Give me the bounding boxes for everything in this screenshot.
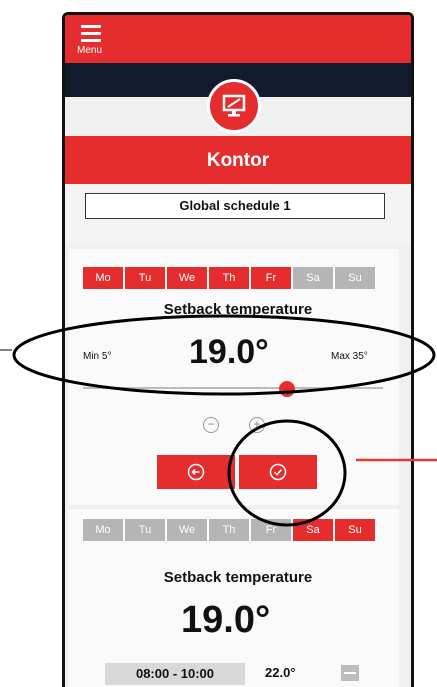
setback-temperature-value: 19.0° xyxy=(189,333,269,371)
day-mo[interactable]: Mo xyxy=(83,267,123,289)
day-th[interactable]: Th xyxy=(209,519,249,541)
undo-icon xyxy=(187,463,205,481)
day-we[interactable]: We xyxy=(167,519,207,541)
day-fr[interactable]: Fr xyxy=(251,519,291,541)
weekend-temperature-value: 19.0° xyxy=(181,599,271,641)
hamburger-icon[interactable] xyxy=(81,25,101,46)
min-label: Min 5° xyxy=(83,351,112,362)
day-fr[interactable]: Fr xyxy=(251,267,291,289)
weekend-day-selector: Mo Tu We Th Fr Sa Su xyxy=(83,519,375,541)
setback-title: Setback temperature xyxy=(163,301,313,318)
day-we[interactable]: We xyxy=(167,267,207,289)
plus-icon[interactable]: + xyxy=(249,417,265,433)
day-su[interactable]: Su xyxy=(335,519,375,541)
period-time[interactable]: 08:00 - 10:00 xyxy=(105,663,245,685)
day-mo[interactable]: Mo xyxy=(83,519,123,541)
weekend-setback-title: Setback temperature xyxy=(163,569,313,586)
day-sa[interactable]: Sa xyxy=(293,519,333,541)
undo-button[interactable] xyxy=(157,455,235,489)
weekday-day-selector: Mo Tu We Th Fr Sa Su xyxy=(83,267,375,289)
temperature-slider-track[interactable] xyxy=(83,387,383,389)
top-bar: Menu xyxy=(65,15,411,63)
period-temp: 22.0° xyxy=(265,665,296,680)
minus-icon[interactable]: − xyxy=(203,417,219,433)
day-th[interactable]: Th xyxy=(209,267,249,289)
monitor-icon xyxy=(207,79,261,133)
day-su[interactable]: Su xyxy=(335,267,375,289)
menu-label: Menu xyxy=(77,45,103,56)
day-sa[interactable]: Sa xyxy=(293,267,333,289)
confirm-button[interactable] xyxy=(239,455,317,489)
day-tu[interactable]: Tu xyxy=(125,267,165,289)
temperature-slider-thumb[interactable] xyxy=(279,381,295,397)
schedule-selector[interactable]: Global schedule 1 xyxy=(85,193,385,219)
remove-period-button[interactable] xyxy=(341,665,359,681)
room-title: Kontor xyxy=(65,136,411,184)
day-tu[interactable]: Tu xyxy=(125,519,165,541)
phone-frame: Menu Kontor Global schedule 1 Mo Tu We T… xyxy=(62,12,414,687)
check-icon xyxy=(269,463,287,481)
max-label: Max 35° xyxy=(331,351,368,362)
